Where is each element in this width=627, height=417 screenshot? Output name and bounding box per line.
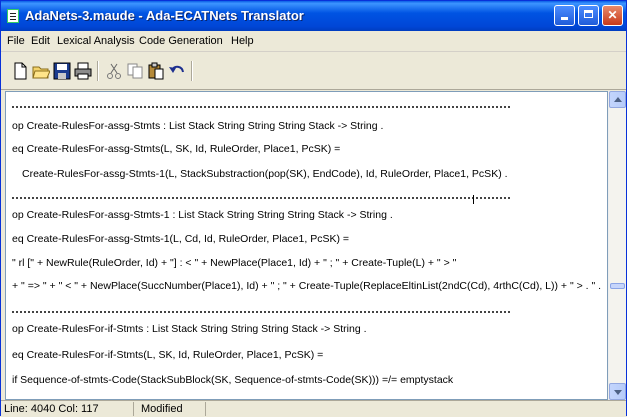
minimize-button[interactable]	[554, 5, 575, 26]
maximize-button[interactable]	[578, 5, 599, 26]
menu-edit[interactable]: Edit	[31, 35, 50, 47]
title-bar[interactable]: AdaNets-3.maude - Ada-ECATNets Translato…	[1, 1, 626, 31]
text-caret	[473, 195, 474, 204]
modified-status: Modified	[136, 402, 206, 416]
open-folder-icon[interactable]	[32, 62, 50, 80]
code-line: op Create-RulesFor-if-Stmts : List Stack…	[12, 323, 367, 335]
code-line: " rl [" + NewRule(RuleOrder, Id) + "] : …	[12, 257, 457, 269]
cut-icon[interactable]	[105, 62, 123, 80]
menu-lexical-analysis[interactable]: Lexical Analysis	[57, 35, 135, 47]
document-icon	[7, 9, 19, 23]
chevron-down-icon	[614, 390, 622, 395]
toolbar-separator	[191, 61, 193, 81]
menu-file[interactable]: File	[7, 35, 25, 47]
code-line: Create-RulesFor-assg-Stmts-1(L, StackSub…	[22, 168, 508, 180]
scroll-down-button[interactable]	[609, 383, 626, 400]
status-bar: Line: 4040 Col: 117 Modified	[1, 400, 626, 417]
separator-line	[12, 311, 510, 316]
code-editor[interactable]: op Create-RulesFor-assg-Stmts : List Sta…	[5, 91, 608, 400]
code-line: op Create-RulesFor-assg-Stmts-1 : List S…	[12, 209, 393, 221]
chevron-up-icon	[614, 97, 622, 102]
minimize-icon	[561, 17, 568, 20]
maximize-icon	[584, 10, 593, 18]
window-title: AdaNets-3.maude - Ada-ECATNets Translato…	[25, 8, 304, 23]
scroll-thumb[interactable]	[610, 283, 625, 289]
separator-line	[12, 197, 510, 202]
menu-code-generation[interactable]: Code Generation	[139, 35, 223, 47]
copy-icon[interactable]	[126, 62, 144, 80]
menu-help[interactable]: Help	[231, 35, 254, 47]
print-icon[interactable]	[74, 62, 92, 80]
scroll-up-button[interactable]	[609, 91, 626, 108]
code-line: eq Create-RulesFor-assg-Stmts(L, SK, Id,…	[12, 143, 341, 155]
undo-icon[interactable]	[168, 62, 186, 80]
code-line: + " => " + " < " + NewPlace(SuccNumber(P…	[12, 280, 602, 292]
toolbar	[1, 53, 626, 90]
separator-line	[12, 106, 510, 111]
code-line: op Create-RulesFor-assg-Stmts : List Sta…	[12, 120, 384, 132]
code-line: eq Create-RulesFor-assg-Stmts-1(L, Cd, I…	[12, 233, 349, 245]
cursor-position: Line: 4040 Col: 117	[1, 402, 134, 416]
close-button[interactable]: ✕	[602, 5, 623, 26]
toolbar-separator	[97, 61, 99, 81]
app-window: AdaNets-3.maude - Ada-ECATNets Translato…	[0, 0, 627, 417]
save-icon[interactable]	[53, 62, 71, 80]
menu-bar: File Edit Lexical Analysis Code Generati…	[1, 32, 626, 52]
vertical-scrollbar[interactable]	[608, 91, 626, 400]
close-icon: ✕	[607, 8, 618, 22]
code-line: if Sequence-of-stmts-Code(StackSubBlock(…	[12, 374, 454, 386]
new-file-icon[interactable]	[11, 62, 29, 80]
code-line: eq Create-RulesFor-if-Stmts(L, SK, Id, R…	[12, 349, 324, 361]
paste-icon[interactable]	[147, 62, 165, 80]
